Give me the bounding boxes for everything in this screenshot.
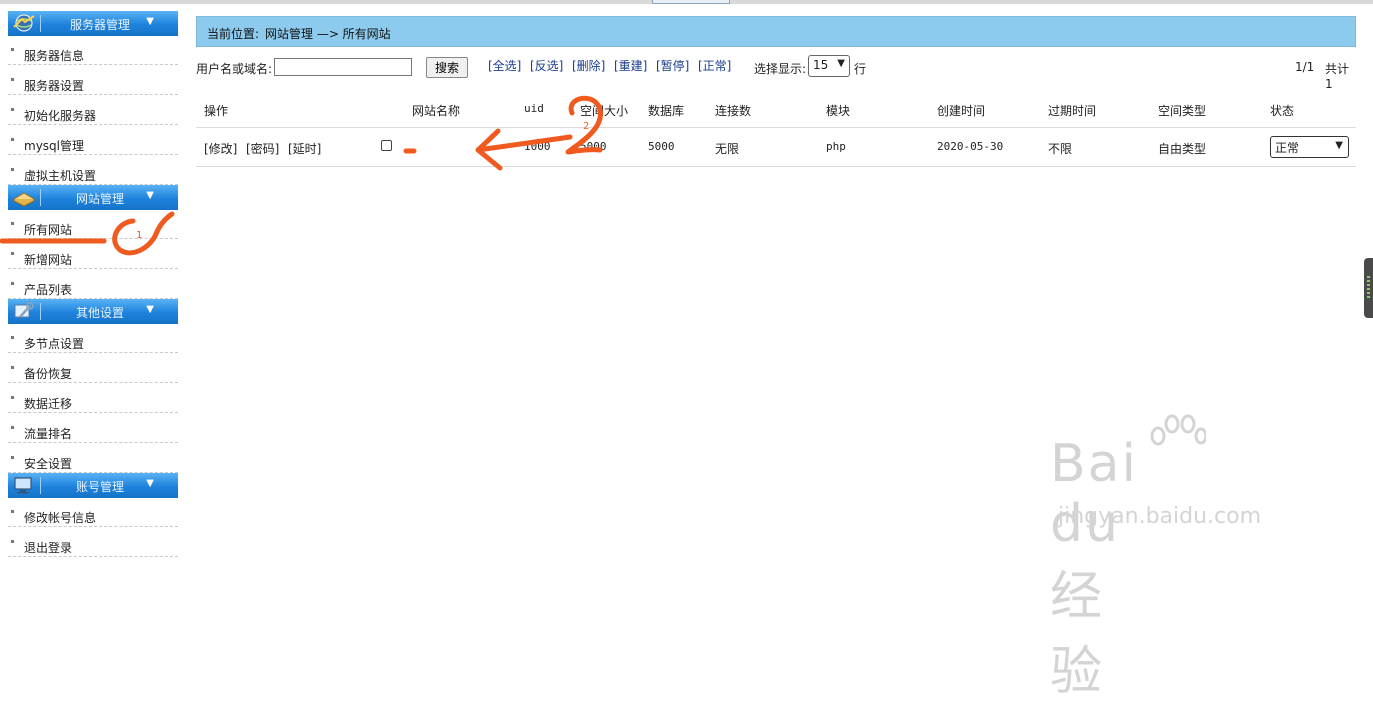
sidebar-section-title: 网站管理 xyxy=(75,192,124,206)
sidebar-item-add-site[interactable]: 新增网站 xyxy=(8,243,178,269)
sidebar-item-all-sites[interactable]: 所有网站 xyxy=(8,213,178,239)
top-tab-handle[interactable] xyxy=(652,0,730,4)
extend-link[interactable]: [延时] xyxy=(288,140,321,157)
created-cell: 2020-05-30 xyxy=(937,140,1004,153)
tools-icon xyxy=(14,302,34,318)
paw-icon xyxy=(1150,414,1206,446)
sidebar-item-traffic-rank[interactable]: 流量排名 xyxy=(8,417,178,443)
col-header: 空间类型 xyxy=(1158,104,1207,118)
table-header: 操作 网站名称 uid 空间大小 数据库 连接数 模块 创建时间 过期时间 空间… xyxy=(196,95,1356,128)
chevron-down-icon[interactable]: ▼ xyxy=(146,190,154,201)
sidebar: 服务器管理 ▼ 服务器信息 服务器设置 初始化服务器 mysql管理 虚拟主机设… xyxy=(8,11,178,561)
col-header: 创建时间 xyxy=(937,104,986,118)
table-row: [修改] [密码] [延时] 1000 5000 5000 无限 php 202… xyxy=(196,128,1356,167)
sidebar-section-title: 其他设置 xyxy=(75,306,124,320)
col-header: 连接数 xyxy=(715,104,752,118)
pause-link[interactable]: [暂停] xyxy=(656,57,689,74)
space-cell: 5000 xyxy=(580,140,607,153)
search-input[interactable] xyxy=(274,58,412,76)
col-header: 过期时间 xyxy=(1048,104,1097,118)
chevron-down-icon[interactable]: ▼ xyxy=(146,16,154,27)
module-cell: php xyxy=(826,140,846,153)
uid-cell: 1000 xyxy=(524,140,551,153)
db-cell: 5000 xyxy=(648,140,675,153)
select-all-link[interactable]: [全选] xyxy=(488,57,521,74)
sites-table: 操作 网站名称 uid 空间大小 数据库 连接数 模块 创建时间 过期时间 空间… xyxy=(196,95,1356,167)
globe-icon xyxy=(13,14,35,32)
chevron-down-icon[interactable]: ▼ xyxy=(146,478,154,489)
breadcrumb-path: 网站管理 —> 所有网站 xyxy=(265,27,391,41)
status-select[interactable]: 正常 ▼ xyxy=(1270,136,1349,158)
sidebar-item-backup[interactable]: 备份恢复 xyxy=(8,357,178,383)
display-unit: 行 xyxy=(854,62,867,76)
col-header: 状态 xyxy=(1270,104,1295,118)
total-count: 共计1 xyxy=(1325,62,1350,91)
sidebar-item-product-list[interactable]: 产品列表 xyxy=(8,273,178,299)
rebuild-link[interactable]: [重建] xyxy=(614,57,647,74)
search-label: 用户名或域名: xyxy=(196,62,273,76)
sidebar-item-mysql[interactable]: mysql管理 xyxy=(8,129,178,155)
col-header: uid xyxy=(524,102,544,115)
sidebar-item-server-settings[interactable]: 服务器设置 xyxy=(8,69,178,95)
page-info: 1/1 xyxy=(1295,60,1315,74)
password-link[interactable]: [密码] xyxy=(246,140,279,157)
col-header: 空间大小 xyxy=(580,104,629,118)
sidebar-item-vhost-settings[interactable]: 虚拟主机设置 xyxy=(8,159,178,185)
sidebar-section-title: 服务器管理 xyxy=(69,18,130,32)
breadcrumb: 当前位置: 网站管理 —> 所有网站 xyxy=(196,16,1356,47)
sidebar-section-other[interactable]: 其他设置 ▼ xyxy=(8,299,178,324)
sidebar-item-edit-account[interactable]: 修改帐号信息 xyxy=(8,501,178,527)
watermark-url: jingyan.baidu.com xyxy=(1058,504,1262,529)
col-header: 操作 xyxy=(204,104,229,118)
sidebar-section-account[interactable]: 账号管理 ▼ xyxy=(8,473,178,498)
sidebar-section-title: 账号管理 xyxy=(75,480,124,494)
edit-link[interactable]: [修改] xyxy=(204,140,237,157)
row-checkbox[interactable] xyxy=(381,140,392,151)
sidebar-item-logout[interactable]: 退出登录 xyxy=(8,531,178,557)
annotation-overlay: 1 2 xyxy=(0,95,603,256)
breadcrumb-label: 当前位置: xyxy=(207,27,260,41)
space-type-cell: 自由类型 xyxy=(1158,142,1207,156)
watermark-brand: Bai du 经验 xyxy=(1050,434,1138,702)
delete-link[interactable]: [删除] xyxy=(572,57,605,74)
invert-select-link[interactable]: [反选] xyxy=(530,57,563,74)
sidebar-section-server[interactable]: 服务器管理 ▼ xyxy=(8,11,178,36)
page-size-select[interactable]: 15 ▼ xyxy=(808,55,850,77)
normal-link[interactable]: [正常] xyxy=(698,57,731,74)
col-header: 模块 xyxy=(826,104,851,118)
chevron-down-icon: ▼ xyxy=(1335,140,1343,151)
book-icon xyxy=(12,192,36,207)
search-toolbar: 用户名或域名: 搜索 [全选] [反选] [删除] [重建] [暂停] [正常]… xyxy=(196,55,1356,91)
sidebar-item-init-server[interactable]: 初始化服务器 xyxy=(8,99,178,125)
col-header: 网站名称 xyxy=(412,104,461,118)
chevron-down-icon[interactable]: ▼ xyxy=(146,304,154,315)
expires-cell: 不限 xyxy=(1048,142,1073,156)
sidebar-item-security[interactable]: 安全设置 xyxy=(8,447,178,473)
connections-cell: 无限 xyxy=(715,142,740,156)
sidebar-section-website[interactable]: 网站管理 ▼ xyxy=(8,185,178,210)
scrollbar-thumb[interactable] xyxy=(1364,258,1373,318)
col-header: 数据库 xyxy=(648,104,685,118)
chevron-down-icon: ▼ xyxy=(837,58,845,69)
sidebar-item-multinode[interactable]: 多节点设置 xyxy=(8,327,178,353)
display-label: 选择显示: xyxy=(754,62,807,76)
sidebar-item-server-info[interactable]: 服务器信息 xyxy=(8,39,178,65)
search-button[interactable]: 搜索 xyxy=(426,57,468,78)
computer-icon xyxy=(14,477,32,494)
sidebar-item-migration[interactable]: 数据迁移 xyxy=(8,387,178,413)
